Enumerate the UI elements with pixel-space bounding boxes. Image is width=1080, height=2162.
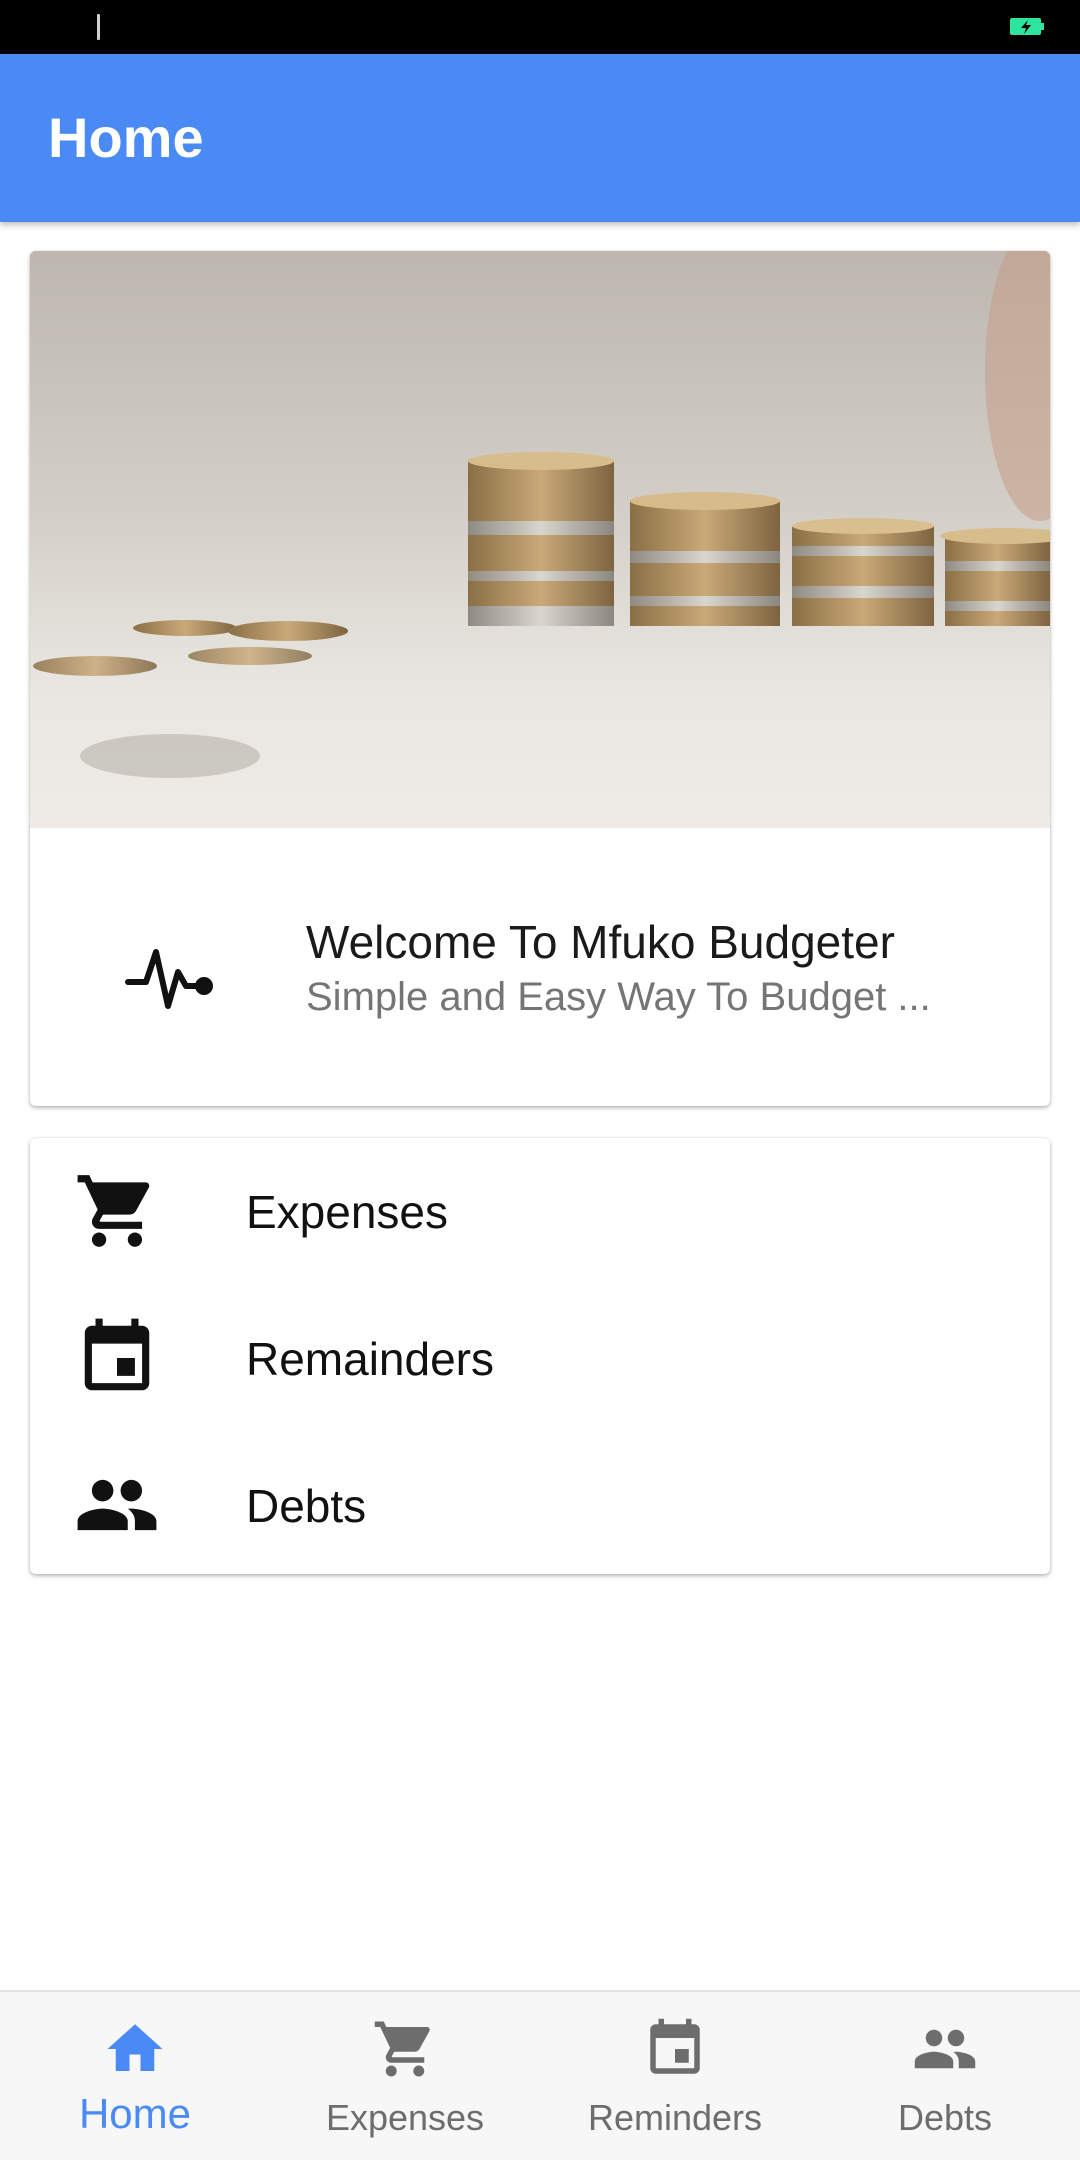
menu-item-label: Remainders <box>246 1333 494 1385</box>
calendar-icon <box>650 2018 700 2074</box>
page-title: Home <box>48 106 204 169</box>
menu-card: Expenses Remainders Debts <box>30 1138 1050 1574</box>
cart-icon <box>77 1175 150 1247</box>
welcome-subtitle: Simple and Easy Way To Budget ... <box>306 975 931 1019</box>
people-icon <box>77 1479 157 1531</box>
nav-item-home[interactable]: Home <box>0 1992 270 2162</box>
menu-item-label: Debts <box>246 1480 367 1532</box>
menu-item-expenses[interactable]: Expenses <box>30 1138 1050 1285</box>
app-bar: Home <box>0 54 1080 222</box>
welcome-card: Welcome To Mfuko Budgeter Simple and Eas… <box>30 251 1050 1106</box>
status-bar <box>0 0 1080 54</box>
hero-image <box>30 251 1050 828</box>
nav-item-label: Expenses <box>325 2097 485 2138</box>
welcome-info: Welcome To Mfuko Budgeter Simple and Eas… <box>30 828 1050 1106</box>
cart-icon <box>374 2021 430 2077</box>
menu-item-debts[interactable]: Debts <box>30 1432 1050 1574</box>
battery-charging-icon <box>1010 18 1044 35</box>
menu-item-label: Expenses <box>246 1186 449 1238</box>
nav-item-label: Debts <box>897 2097 993 2138</box>
nav-item-expenses[interactable]: Expenses <box>270 1992 540 2162</box>
nav-item-label: Home <box>78 2090 192 2137</box>
nav-item-reminders[interactable]: Reminders <box>540 1992 810 2162</box>
bottom-nav: Home Expenses Reminders Debts <box>0 1990 1080 2160</box>
nav-item-debts[interactable]: Debts <box>810 1992 1080 2162</box>
home-icon <box>107 2024 163 2071</box>
nav-item-label: Reminders <box>587 2097 763 2138</box>
people-icon <box>914 2029 976 2069</box>
status-indicator <box>97 14 100 40</box>
menu-item-remainders[interactable]: Remainders <box>30 1285 1050 1432</box>
calendar-icon <box>84 1318 150 1391</box>
welcome-title: Welcome To Mfuko Budgeter <box>306 916 895 968</box>
pulse-icon <box>125 949 213 1009</box>
